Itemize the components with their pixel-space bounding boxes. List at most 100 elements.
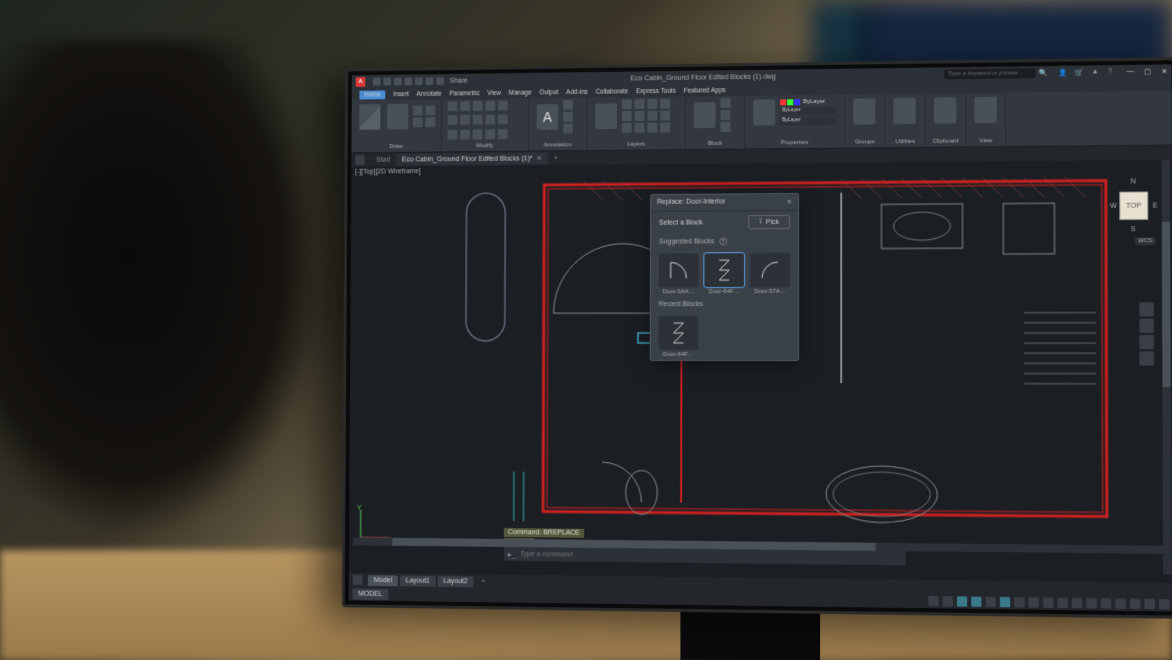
- tab-view[interactable]: View: [487, 89, 501, 96]
- tab-parametric[interactable]: Parametric: [449, 90, 479, 97]
- active-file-tab[interactable]: Eco Cabin_Ground Floor Edited Blocks (1)…: [396, 152, 548, 165]
- status-otrack-icon[interactable]: [1000, 597, 1010, 607]
- mirror-tool-icon[interactable]: [460, 115, 470, 125]
- panel-label: Clipboard: [932, 136, 959, 144]
- status-cycling-icon[interactable]: [1043, 598, 1053, 608]
- status-transparency-icon[interactable]: [1029, 597, 1039, 607]
- status-isolate-icon[interactable]: [1115, 598, 1125, 608]
- insert-block-icon[interactable]: [694, 102, 716, 128]
- base-view-icon[interactable]: [975, 97, 997, 123]
- share-button[interactable]: Share: [450, 77, 468, 84]
- tab-addins[interactable]: Add-ins: [566, 88, 588, 95]
- table-tool-icon[interactable]: [563, 124, 573, 134]
- tab-close-icon[interactable]: ✕: [536, 154, 542, 162]
- text-tool-icon[interactable]: A: [537, 104, 559, 130]
- color-control[interactable]: ByLayer: [780, 99, 836, 106]
- qat-undo-icon[interactable]: [426, 77, 434, 85]
- minimize-button[interactable]: —: [1127, 68, 1134, 76]
- layout-tab-layout1[interactable]: Layout1: [400, 575, 436, 586]
- qat-save-icon[interactable]: [394, 78, 402, 86]
- status-hardware-icon[interactable]: [1130, 599, 1140, 609]
- drawing-canvas[interactable]: [-][Top][2D Wireframe]: [349, 160, 1172, 583]
- status-snap-icon[interactable]: [943, 596, 953, 606]
- status-clean-icon[interactable]: [1144, 599, 1154, 609]
- status-monitor-icon[interactable]: [1086, 598, 1096, 608]
- block-thumbnail[interactable]: Door-57A…: [750, 253, 790, 295]
- status-units-icon[interactable]: [1101, 598, 1111, 608]
- autodesk-icon[interactable]: ▲: [1092, 68, 1100, 76]
- status-workspace-icon[interactable]: [1072, 598, 1082, 608]
- status-customize-icon[interactable]: [1159, 599, 1169, 609]
- popup-title: Replace: Door-Interior: [657, 198, 725, 206]
- search-icon[interactable]: 🔍: [1040, 69, 1049, 77]
- viewcube-north[interactable]: N: [1131, 178, 1136, 185]
- group-icon[interactable]: [853, 98, 875, 124]
- cart-icon[interactable]: 🛒: [1075, 69, 1083, 77]
- maximize-button[interactable]: ▢: [1144, 68, 1151, 76]
- help-search-input[interactable]: Type a keyword or phrase: [944, 68, 1036, 79]
- nav-wheel-icon[interactable]: [1139, 302, 1154, 316]
- nav-orbit-icon[interactable]: [1139, 351, 1154, 365]
- copy-tool-icon[interactable]: [448, 115, 458, 125]
- stretch-tool-icon[interactable]: [448, 129, 458, 139]
- match-properties-icon[interactable]: [753, 99, 775, 125]
- tab-manage[interactable]: Manage: [509, 89, 532, 96]
- qat-saveas-icon[interactable]: [404, 77, 412, 85]
- move-tool-icon[interactable]: [448, 101, 458, 111]
- leader-tool-icon[interactable]: [563, 112, 573, 122]
- tab-insert[interactable]: Insert: [393, 91, 409, 98]
- command-input[interactable]: [520, 551, 902, 562]
- ribbon-panel-block: Block: [686, 96, 746, 149]
- qat-plot-icon[interactable]: [415, 77, 423, 85]
- lineweight-control[interactable]: ByLayer: [780, 117, 836, 126]
- new-tab-button[interactable]: +: [554, 155, 558, 162]
- dimension-tool-icon[interactable]: [563, 100, 573, 110]
- layer-properties-icon[interactable]: [595, 103, 617, 129]
- polyline-tool-icon[interactable]: [387, 104, 408, 130]
- close-button[interactable]: ✕: [1161, 67, 1167, 75]
- panel-label: Block: [692, 139, 739, 147]
- status-osnap-icon[interactable]: [986, 597, 996, 607]
- viewcube-east[interactable]: E: [1153, 203, 1158, 210]
- wcs-label[interactable]: WCS: [1135, 237, 1156, 245]
- status-polar-icon[interactable]: [971, 597, 981, 607]
- linetype-control[interactable]: ByLayer: [780, 107, 836, 116]
- block-thumbnail[interactable]: Door-64F…: [704, 253, 744, 295]
- popup-close-icon[interactable]: ✕: [786, 198, 792, 206]
- help-tooltip-icon[interactable]: ?: [719, 237, 727, 245]
- status-ortho-icon[interactable]: [957, 596, 967, 606]
- account-icon[interactable]: 👤: [1059, 69, 1067, 77]
- circle-tool-icon[interactable]: [413, 106, 423, 116]
- scale-tool-icon[interactable]: [460, 129, 470, 139]
- qat-redo-icon[interactable]: [436, 77, 444, 85]
- nav-zoom-icon[interactable]: [1139, 335, 1154, 349]
- status-grid-icon[interactable]: [928, 596, 938, 606]
- add-layout-button[interactable]: +: [475, 578, 491, 585]
- nav-pan-icon[interactable]: [1139, 319, 1154, 333]
- view-cube[interactable]: N E S W TOP: [1108, 180, 1160, 231]
- trim-tool-icon[interactable]: [473, 101, 483, 111]
- qat-open-icon[interactable]: [383, 78, 391, 86]
- status-lineweight-icon[interactable]: [1014, 597, 1024, 607]
- pick-button[interactable]: ⟟ Pick: [748, 215, 790, 229]
- viewcube-south[interactable]: S: [1131, 226, 1136, 233]
- vertical-scrollbar[interactable]: [1162, 160, 1172, 575]
- block-thumbnail[interactable]: Door-64F…: [659, 316, 699, 358]
- tab-featured-apps[interactable]: Featured Apps: [684, 87, 726, 94]
- tab-annotate[interactable]: Annotate: [417, 90, 442, 97]
- layout-tab-layout2[interactable]: Layout2: [438, 575, 474, 586]
- quick-access-toolbar: [373, 77, 444, 86]
- paste-icon[interactable]: [934, 97, 956, 123]
- arc-tool-icon[interactable]: [425, 105, 435, 115]
- ribbon-panel-utilities: Utilities: [885, 94, 925, 148]
- viewcube-west[interactable]: W: [1110, 203, 1117, 210]
- tab-collaborate[interactable]: Collaborate: [596, 88, 629, 95]
- viewcube-face[interactable]: TOP: [1119, 191, 1148, 220]
- tab-express-tools[interactable]: Express Tools: [636, 87, 676, 94]
- block-thumbnail[interactable]: Door-3AA…: [659, 253, 699, 295]
- help-icon[interactable]: ?: [1108, 68, 1116, 76]
- tab-output[interactable]: Output: [539, 89, 558, 96]
- status-annotation-icon[interactable]: [1057, 598, 1067, 608]
- rotate-tool-icon[interactable]: [460, 101, 470, 111]
- measure-icon[interactable]: [894, 98, 916, 124]
